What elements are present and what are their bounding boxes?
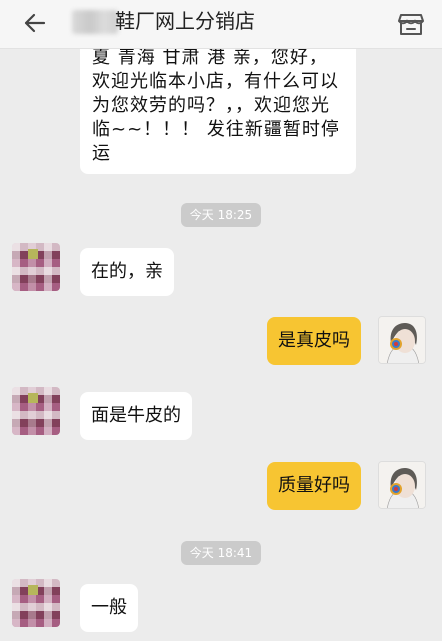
message-line: 为您效劳的吗？，，欢迎您光 bbox=[92, 95, 330, 116]
seller-message: 面是牛皮的 bbox=[80, 392, 192, 440]
page-title: 鞋厂网上分销店 bbox=[115, 9, 255, 33]
timestamp-pill: 今天 18:41 bbox=[181, 541, 261, 565]
seller-avatar[interactable] bbox=[12, 579, 60, 627]
message-line: 夏 青海 甘肃 港 亲，您好， bbox=[92, 47, 328, 68]
seller-avatar[interactable] bbox=[12, 387, 60, 435]
chat-header: 鞋厂网上分销店 bbox=[0, 0, 442, 49]
seller-message-welcome: 夏 青海 甘肃 港 亲，您好， 欢迎光临本小店，有什么可以 为您效劳的吗？，，欢… bbox=[80, 36, 356, 174]
store-icon bbox=[398, 14, 424, 35]
user-message: 是真皮吗 bbox=[267, 317, 361, 365]
back-button[interactable] bbox=[20, 8, 50, 38]
blurred-shop-name bbox=[72, 10, 118, 34]
seller-message: 在的，亲 bbox=[80, 248, 174, 296]
user-avatar-image bbox=[379, 462, 425, 508]
user-message: 质量好吗 bbox=[267, 462, 361, 510]
user-avatar[interactable] bbox=[378, 316, 426, 364]
message-line: 欢迎光临本小店，有什么可以 bbox=[92, 71, 339, 92]
user-avatar[interactable] bbox=[378, 461, 426, 509]
arrow-left-icon bbox=[24, 13, 46, 33]
timestamp-pill: 今天 18:25 bbox=[181, 203, 261, 227]
seller-message: 一般 bbox=[80, 584, 138, 632]
seller-avatar[interactable] bbox=[12, 243, 60, 291]
user-avatar-image bbox=[379, 317, 425, 363]
message-line: 运 bbox=[92, 143, 111, 164]
message-line: 临~~！！！ 发往新疆暂时停 bbox=[92, 119, 340, 140]
store-button[interactable] bbox=[395, 8, 427, 40]
